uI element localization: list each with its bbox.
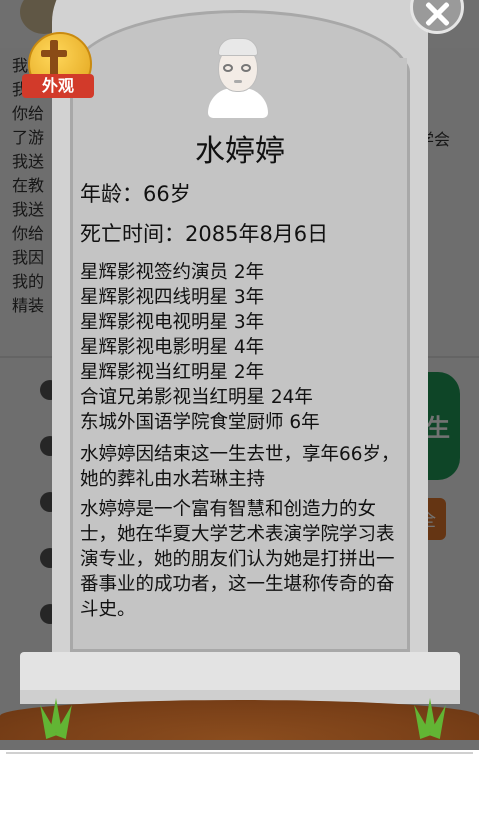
career-item: 星辉影视四线明星 3年 bbox=[80, 287, 265, 308]
age-text: 年龄：66岁 bbox=[80, 182, 191, 206]
career-item: 星辉影视当红明星 2年 bbox=[80, 362, 265, 383]
badge-label: 外观 bbox=[22, 74, 94, 98]
death-summary: 水婷婷因结束这一生去世，享年66岁，她的葬礼由水若琳主持 bbox=[80, 444, 400, 490]
avatar-glasses bbox=[223, 64, 253, 72]
biography-text: 水婷婷是一个富有智慧和创造力的女士，她在华夏大学艺术表演学院学习表演专业，她的朋… bbox=[80, 499, 395, 620]
career-item: 东城外国语学院食堂厨师 6年 bbox=[80, 412, 320, 433]
death-time-text: 死亡时间：2085年8月6日 bbox=[80, 222, 329, 246]
avatar-body bbox=[208, 88, 268, 118]
career-item: 星辉影视电影明星 4年 bbox=[80, 337, 265, 358]
grandpa-avatar-icon bbox=[206, 36, 270, 120]
bottom-divider bbox=[6, 752, 473, 754]
deceased-name: 水婷婷 bbox=[195, 134, 285, 169]
career-list: 星辉影视签约演员 2年 星辉影视四线明星 3年 星辉影视电视明星 3年 星辉影视… bbox=[80, 260, 410, 435]
avatar-mouth bbox=[234, 80, 242, 83]
career-item: 星辉影视签约演员 2年 bbox=[80, 262, 265, 283]
cross-icon-bar bbox=[41, 50, 67, 57]
avatar-hair bbox=[218, 38, 258, 56]
career-item: 合谊兄弟影视当红明星 24年 bbox=[80, 387, 313, 408]
outfit-badge[interactable]: 外观 bbox=[22, 32, 94, 102]
career-item: 星辉影视电视明星 3年 bbox=[80, 312, 265, 333]
